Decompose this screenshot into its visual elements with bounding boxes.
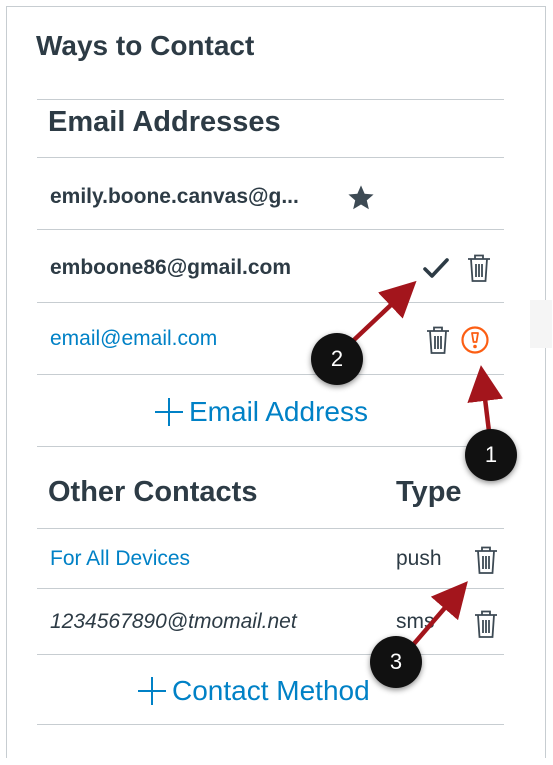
annotation-arrows <box>336 280 504 662</box>
callout-badge-1: 1 <box>465 429 517 481</box>
callout-badge-3: 3 <box>370 636 422 688</box>
callout-badge-2: 2 <box>311 333 363 385</box>
